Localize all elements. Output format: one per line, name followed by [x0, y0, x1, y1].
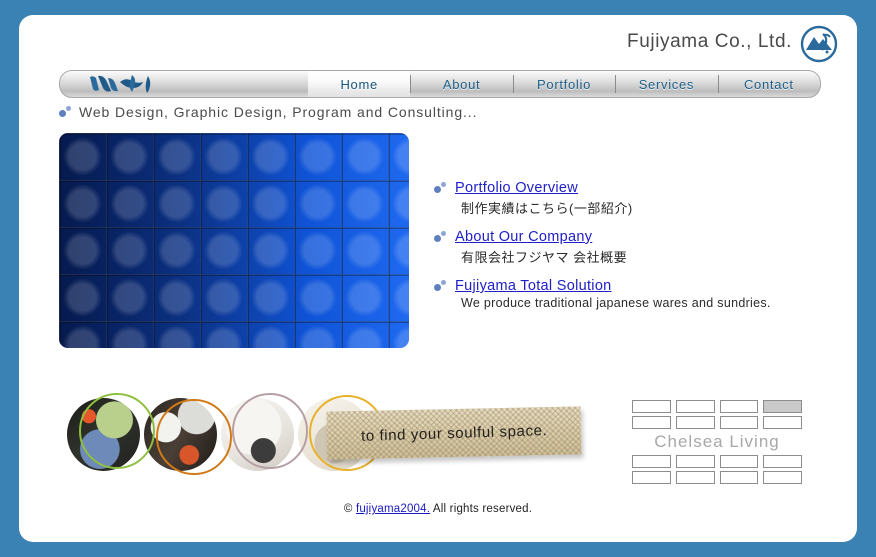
photo-banner[interactable]: to find your soulful space.: [59, 393, 589, 485]
photo-circle-vegetables: [67, 398, 140, 471]
link-about-our-company[interactable]: About Our Company: [455, 229, 592, 245]
chelsea-box: [719, 416, 759, 429]
chelsea-box: [763, 455, 802, 468]
list-item: Portfolio Overview 制作実績はこちら(一部紹介): [434, 180, 824, 217]
chelsea-box: [675, 455, 715, 468]
nav-item-about[interactable]: About: [410, 71, 512, 97]
link-description: 制作実績はこちら(一部紹介): [461, 201, 633, 216]
link-description: We produce traditional japanese wares an…: [461, 296, 771, 310]
chelsea-living-title: Chelsea Living: [654, 432, 780, 451]
outer-frame: Fujiyama Co., Ltd. Home About Portfolio …: [0, 0, 876, 557]
chelsea-box: [632, 455, 671, 468]
main-navigation[interactable]: Home About Portfolio Services Contact: [59, 70, 821, 98]
chelsea-box: [675, 416, 715, 429]
link-description: 有限会社フジヤマ 会社概要: [461, 250, 628, 265]
copyright-symbol: ©: [343, 503, 353, 515]
chelsea-box: [719, 455, 759, 468]
link-row: Fujiyama Total Solution: [434, 278, 824, 294]
chelsea-box: [675, 471, 715, 484]
footer: © fujiyama2004. All rights reserved.: [19, 503, 857, 515]
chelsea-row: [632, 455, 802, 468]
nav-item-portfolio[interactable]: Portfolio: [512, 71, 615, 97]
chelsea-box: [632, 400, 671, 413]
link-row: About Our Company: [434, 229, 824, 245]
chelsea-box: [719, 400, 759, 413]
link-fujiyama-total-solution[interactable]: Fujiyama Total Solution: [455, 278, 612, 294]
chelsea-box-filled: [763, 400, 802, 413]
site-tagline: Web Design, Graphic Design, Program and …: [59, 104, 477, 120]
two-dots-bullet-icon: [434, 181, 448, 195]
chelsea-box: [719, 471, 759, 484]
nav-item-contact[interactable]: Contact: [717, 71, 820, 97]
footer-link-fujiyama2004[interactable]: fujiyama2004.: [356, 503, 430, 515]
chelsea-row: [632, 471, 802, 484]
chelsea-row: [632, 416, 802, 429]
page-canvas: Fujiyama Co., Ltd. Home About Portfolio …: [19, 15, 857, 542]
nav-item-home[interactable]: Home: [308, 71, 411, 97]
site-header: Fujiyama Co., Ltd.: [19, 15, 857, 71]
link-row: Portfolio Overview: [434, 180, 824, 196]
tagline-text: Web Design, Graphic Design, Program and …: [79, 104, 478, 120]
list-item: Fujiyama Total Solution We produce tradi…: [434, 278, 824, 310]
cloth-tag: to find your soulful space.: [326, 406, 582, 460]
mountain-circle-logo-icon: [799, 24, 839, 64]
two-dots-bullet-icon: [434, 230, 448, 244]
two-dots-bullet-icon: [434, 279, 448, 293]
photo-circle-interior: [144, 398, 217, 471]
hero-grid-lines: [59, 133, 409, 348]
featured-links-list: Portfolio Overview 制作実績はこちら(一部紹介) About …: [434, 180, 824, 322]
nav-item-services[interactable]: Services: [615, 71, 717, 97]
chelsea-box: [675, 400, 715, 413]
link-portfolio-overview[interactable]: Portfolio Overview: [455, 180, 578, 196]
chelsea-row: [632, 400, 802, 413]
chelsea-box: [632, 416, 671, 429]
chelsea-box: [632, 471, 671, 484]
chelsea-living-banner[interactable]: Chelsea Living: [632, 400, 802, 484]
brand-title: Fujiyama Co., Ltd.: [627, 31, 792, 52]
cloth-tag-text: to find your soulful space.: [360, 421, 548, 445]
footer-rights-text: All rights reserved.: [432, 503, 533, 515]
two-dots-bullet-icon: [59, 105, 73, 119]
list-item: About Our Company 有限会社フジヤマ 会社概要: [434, 229, 824, 266]
fujiyama-brush-logo-icon[interactable]: [60, 71, 308, 97]
photo-circle-chair: [221, 398, 294, 471]
nav-item-list: Home About Portfolio Services Contact: [308, 71, 820, 97]
chelsea-box: [763, 471, 802, 484]
hero-graphic: [59, 133, 409, 348]
chelsea-box: [763, 416, 802, 429]
